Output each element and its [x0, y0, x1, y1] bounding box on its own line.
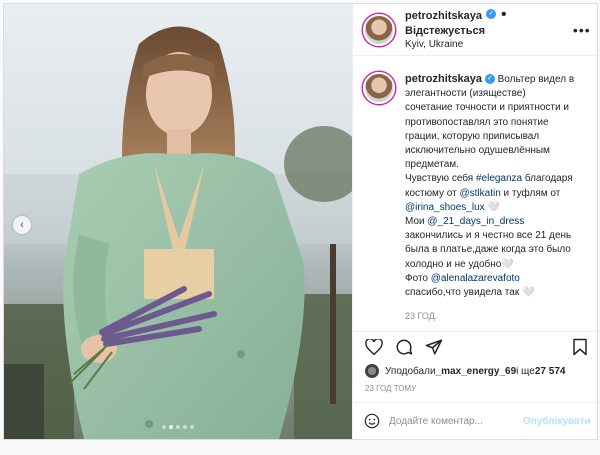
caption-paragraph-1: Вольтер видел в элегантности (изяществе)… — [405, 74, 575, 171]
likes-prefix: Уподобали — [385, 365, 436, 377]
caption-area: petrozhitskaya ✓ Вольтер видел в элегант… — [353, 56, 600, 331]
mention-link[interactable]: @stlkatin — [459, 188, 500, 199]
separator-dot: • — [500, 5, 507, 23]
following-button[interactable]: Відстежується — [405, 25, 485, 37]
photo-image — [4, 4, 352, 439]
post-photo[interactable]: ‹ — [4, 4, 352, 439]
caption-text-segment: Фото — [405, 272, 431, 284]
emoji-icon — [364, 413, 380, 429]
avatar[interactable] — [363, 13, 395, 46]
comment-icon — [396, 339, 413, 355]
caption-text-segment: закончились и я честно все 21 день была … — [405, 230, 572, 270]
caption-text-segment: и туфлям от — [500, 187, 561, 199]
liker-username-link[interactable]: _max_energy_69 — [436, 366, 517, 377]
caption-text-segment: 🤍 — [484, 201, 500, 213]
send-icon — [425, 339, 443, 355]
carousel-dot — [162, 425, 166, 429]
location-link[interactable]: Kyiv, Ukraine — [405, 38, 573, 52]
verified-badge-icon: ✓ — [486, 9, 497, 20]
carousel-dot — [190, 425, 194, 429]
comment-button[interactable] — [393, 336, 415, 358]
mention-link[interactable]: @alenalazarevafoto — [431, 273, 520, 284]
carousel-dot — [183, 425, 187, 429]
likes-middle: і ще — [516, 365, 535, 377]
verified-badge-icon: ✓ — [484, 74, 495, 85]
mention-link[interactable]: @_21_days_in_dress — [427, 216, 524, 227]
post-header: petrozhitskaya ✓ • Відстежується Kyiv, U… — [353, 4, 600, 56]
hashtag-link[interactable]: #eleganza — [476, 173, 522, 184]
bookmark-icon — [572, 338, 587, 356]
save-button[interactable] — [569, 336, 591, 358]
caption-text: petrozhitskaya ✓ Вольтер видел в элегант… — [405, 72, 575, 323]
caption-text-segment: Мои — [405, 216, 428, 228]
post-timestamp[interactable]: 23 ГОД ТОМУ — [353, 378, 600, 393]
carousel-dot-active — [169, 425, 173, 429]
header-text: petrozhitskaya ✓ • Відстежується Kyiv, U… — [405, 5, 573, 52]
chevron-left-icon: ‹ — [20, 219, 24, 231]
caption-username-link[interactable]: petrozhitskaya — [405, 73, 482, 85]
emoji-button[interactable] — [363, 412, 381, 430]
carousel-dot — [176, 425, 180, 429]
caption-avatar[interactable] — [363, 72, 395, 104]
heart-icon — [365, 339, 383, 355]
publish-button[interactable]: Опублікувати — [523, 416, 591, 427]
previous-photo-button[interactable]: ‹ — [13, 216, 31, 234]
comment-input[interactable] — [387, 414, 523, 428]
caption-timestamp[interactable]: 23 год. — [405, 309, 575, 323]
likes-summary: Уподобали _max_energy_69 і ще 27 574 — [353, 362, 600, 378]
post-card: ‹ petrozhitskaya ✓ • Відстежується Kyiv,… — [3, 3, 600, 440]
carousel-indicator — [4, 425, 352, 429]
more-options-icon[interactable]: ••• — [573, 22, 591, 38]
liker-avatar[interactable] — [365, 364, 379, 378]
caption-text-segment: Чувствую себя — [405, 173, 476, 185]
comment-box: Опублікувати — [353, 402, 600, 439]
username-link[interactable]: petrozhitskaya — [405, 10, 482, 22]
caption-text-segment: спасибо,что увидела так 🤍 — [405, 287, 535, 299]
mention-link[interactable]: @irina_shoes_lux — [405, 202, 485, 213]
like-button[interactable] — [363, 336, 385, 358]
share-button[interactable] — [423, 336, 445, 358]
likes-count-link[interactable]: 27 574 — [535, 366, 566, 377]
action-bar — [353, 331, 600, 362]
post-sidebar: petrozhitskaya ✓ • Відстежується Kyiv, U… — [352, 4, 600, 439]
